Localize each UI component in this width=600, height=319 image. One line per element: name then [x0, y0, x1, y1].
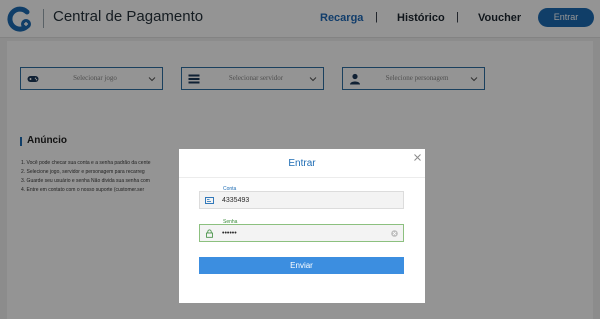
submit-button[interactable]: Enviar [199, 257, 404, 274]
password-field-label: Senha [223, 219, 238, 225]
login-modal: Entrar Conta Senha Enviar [179, 149, 425, 303]
password-input[interactable] [222, 228, 382, 239]
account-input[interactable] [222, 195, 382, 206]
account-field[interactable]: Conta [199, 186, 404, 209]
password-field[interactable]: Senha [199, 219, 404, 242]
modal-divider [179, 177, 425, 178]
account-field-label: Conta [223, 186, 237, 192]
modal-title: Entrar [288, 158, 316, 169]
id-card-icon [205, 197, 214, 204]
clear-input-icon[interactable] [391, 230, 398, 237]
lock-icon [206, 229, 213, 238]
close-icon[interactable] [413, 153, 422, 162]
